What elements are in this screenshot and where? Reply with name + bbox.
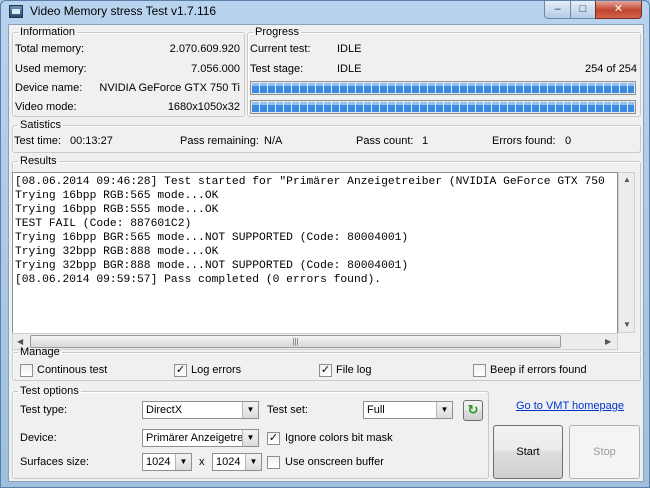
test-time-label: Test time: <box>14 135 62 147</box>
test-type-select[interactable]: DirectX ▼ <box>142 401 259 419</box>
manage-legend: Manage <box>20 346 60 358</box>
progress-legend: Progress <box>255 26 300 38</box>
device-select[interactable]: Primärer Anzeigetrei ▼ <box>142 429 259 447</box>
chevron-down-icon: ▼ <box>245 454 261 470</box>
log-line: [08.06.2014 09:59:57] Pass completed (0 … <box>15 274 382 286</box>
test-type-value: DirectX <box>146 404 183 416</box>
continous-test-label[interactable]: Continous test <box>37 364 107 376</box>
test-stage-label: Test stage: <box>250 63 304 75</box>
log-line: Trying 16bpp RGB:555 mode...OK <box>15 204 219 216</box>
test-set-label: Test set: <box>267 404 308 416</box>
log-line: Trying 16bpp BGR:565 mode...NOT SUPPORTE… <box>15 232 409 244</box>
scroll-down-icon[interactable]: ▼ <box>623 320 631 329</box>
minimize-icon[interactable]: – <box>544 1 571 19</box>
log-errors-checkbox[interactable]: ✓ <box>174 364 187 377</box>
continous-test-checkbox[interactable] <box>20 364 33 377</box>
surface-height-value: 1024 <box>216 456 241 468</box>
test-type-label: Test type: <box>20 404 68 416</box>
current-test-value: IDLE <box>337 43 362 55</box>
stage-progress-fill <box>252 83 634 93</box>
pass-count-label: Pass count: <box>356 135 414 147</box>
surface-height-select[interactable]: 1024 ▼ <box>212 453 262 471</box>
beep-if-errors-checkbox[interactable] <box>473 364 486 377</box>
pass-count-value: 1 <box>422 135 429 147</box>
used-memory-value: 7.056.000 <box>191 63 240 75</box>
client-area: Information Total memory: 2.070.609.920 … <box>8 24 644 482</box>
total-memory-label: Total memory: <box>15 43 85 55</box>
log-line: [08.06.2014 09:46:28] Test started for "… <box>15 176 605 188</box>
start-button[interactable]: Start <box>493 425 563 479</box>
total-memory-value: 2.070.609.920 <box>169 43 240 55</box>
log-line: TEST FAIL (Code: 887601C2) <box>15 218 192 230</box>
device-name-label: Device name: <box>15 82 83 94</box>
errors-found-label: Errors found: <box>492 135 556 147</box>
results-log[interactable]: [08.06.2014 09:46:28] Test started for "… <box>12 172 618 350</box>
test-set-value: Full <box>367 404 385 416</box>
test-time-value: 00:13:27 <box>70 135 113 147</box>
surface-width-select[interactable]: 1024 ▼ <box>142 453 192 471</box>
stage-progress-bar <box>250 81 636 95</box>
window-title: Video Memory stress Test v1.7.116 <box>30 4 217 18</box>
stage-count: 254 of 254 <box>585 63 637 75</box>
errors-found-value: 0 <box>565 135 572 147</box>
surface-width-value: 1024 <box>146 456 171 468</box>
scroll-right-icon[interactable]: ▶ <box>605 337 611 346</box>
vertical-scrollbar[interactable]: ▲ ▼ <box>618 172 635 333</box>
maximize-icon[interactable]: □ <box>570 1 596 19</box>
current-test-label: Current test: <box>250 43 311 55</box>
test-options-legend: Test options <box>20 385 79 397</box>
total-progress-fill <box>252 102 634 112</box>
total-progress-bar <box>250 100 636 114</box>
video-mode-label: Video mode: <box>15 101 77 113</box>
log-line: Trying 32bpp BGR:888 mode...NOT SUPPORTE… <box>15 260 409 272</box>
scroll-up-icon[interactable]: ▲ <box>623 175 631 184</box>
chevron-down-icon: ▼ <box>242 402 258 418</box>
log-line: Trying 16bpp RGB:565 mode...OK <box>15 190 219 202</box>
pass-remaining-value: N/A <box>264 135 283 147</box>
test-set-select[interactable]: Full ▼ <box>363 401 453 419</box>
chevron-down-icon: ▼ <box>436 402 452 418</box>
device-name-value: NVIDIA GeForce GTX 750 Ti <box>99 82 240 94</box>
pass-remaining-label: Pass remaining: <box>180 135 259 147</box>
results-legend: Results <box>20 155 57 167</box>
scroll-left-icon[interactable]: ◀ <box>17 337 23 346</box>
onscreen-buffer-checkbox[interactable] <box>267 456 280 469</box>
ignore-colors-label[interactable]: Ignore colors bit mask <box>285 432 393 444</box>
vmt-homepage-link[interactable]: Go to VMT homepage <box>516 400 624 412</box>
app-window: Video Memory stress Test v1.7.116 – □ ✕ … <box>0 0 650 488</box>
file-log-checkbox[interactable]: ✓ <box>319 364 332 377</box>
chevron-down-icon: ▼ <box>175 454 191 470</box>
beep-if-errors-label[interactable]: Beep if errors found <box>490 364 587 376</box>
statistics-legend: Satistics <box>20 119 61 131</box>
surfaces-size-label: Surfaces size: <box>20 456 90 468</box>
stop-button[interactable]: Stop <box>569 425 640 479</box>
log-errors-label[interactable]: Log errors <box>191 364 241 376</box>
refresh-icon[interactable]: ↻ <box>463 400 483 421</box>
test-stage-value: IDLE <box>337 63 362 75</box>
video-mode-value: 1680x1050x32 <box>167 101 240 113</box>
device-value: Primärer Anzeigetrei <box>146 432 246 444</box>
onscreen-buffer-label[interactable]: Use onscreen buffer <box>285 456 384 468</box>
app-icon <box>9 5 23 18</box>
ignore-colors-checkbox[interactable]: ✓ <box>267 432 280 445</box>
close-icon[interactable]: ✕ <box>595 1 642 19</box>
chevron-down-icon: ▼ <box>242 430 258 446</box>
log-line: Trying 32bpp RGB:888 mode...OK <box>15 246 219 258</box>
title-bar[interactable]: Video Memory stress Test v1.7.116 – □ ✕ <box>1 1 649 23</box>
times-sign: x <box>199 456 205 468</box>
device-label: Device: <box>20 432 57 444</box>
file-log-label[interactable]: File log <box>336 364 371 376</box>
used-memory-label: Used memory: <box>15 63 87 75</box>
information-legend: Information <box>20 26 76 38</box>
